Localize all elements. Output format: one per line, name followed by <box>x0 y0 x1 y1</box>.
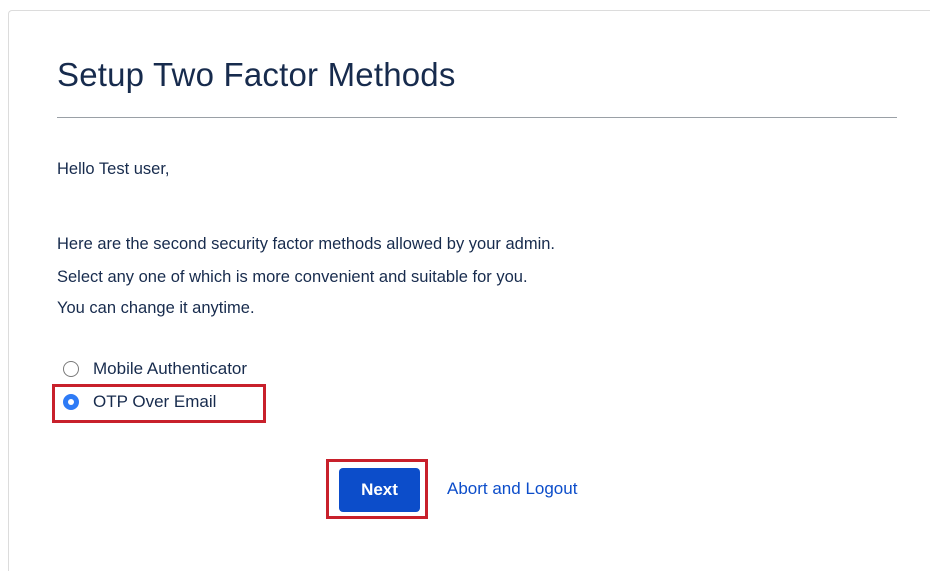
page-title: Setup Two Factor Methods <box>57 56 456 93</box>
greeting-text: Hello Test user, <box>57 160 170 178</box>
otp-over-email-radio[interactable] <box>63 394 79 410</box>
method-option-mobile-authenticator[interactable]: Mobile Authenticator <box>63 358 247 380</box>
info-text-line-3: You can change it anytime. <box>57 299 255 317</box>
info-text-line-2: Select any one of which is more convenie… <box>57 268 528 286</box>
otp-over-email-label[interactable]: OTP Over Email <box>93 392 216 412</box>
abort-and-logout-link[interactable]: Abort and Logout <box>447 479 577 499</box>
method-option-otp-over-email[interactable]: OTP Over Email <box>63 391 216 413</box>
mobile-authenticator-radio[interactable] <box>63 361 79 377</box>
next-button[interactable]: Next <box>339 468 420 512</box>
info-text-line-1: Here are the second security factor meth… <box>57 235 555 253</box>
page-frame: Setup Two Factor Methods Hello Test user… <box>0 0 930 571</box>
mobile-authenticator-label[interactable]: Mobile Authenticator <box>93 359 247 379</box>
title-divider <box>57 117 897 118</box>
